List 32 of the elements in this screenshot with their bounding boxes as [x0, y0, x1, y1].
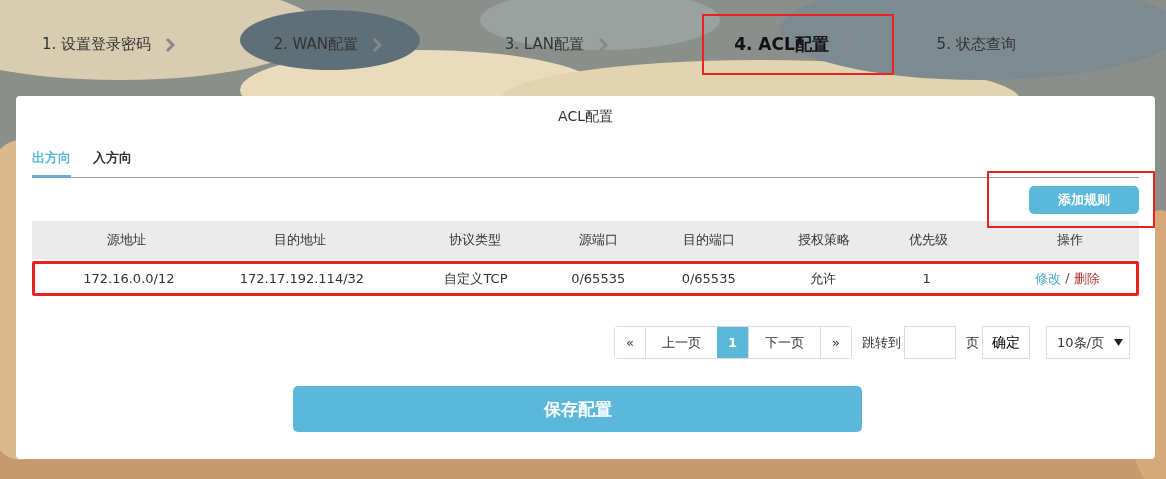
page-size-dropdown[interactable]: 10条/页: [1046, 326, 1130, 359]
page-unit-label: 页: [966, 333, 979, 352]
panel-title: ACL配置: [557, 107, 614, 126]
step-tab[interactable]: 5. 状态查询: [934, 14, 1166, 75]
last-page-button[interactable]: »: [820, 327, 851, 358]
table-cell-text: 允许: [809, 269, 838, 288]
column-header: 源地址: [105, 231, 147, 249]
table-cell-text: 自定义TCP: [443, 269, 509, 288]
table-cell-text: 172.16.0.0/12: [82, 271, 176, 286]
table-cell-text: 1: [921, 271, 932, 286]
tab[interactable]: 入方向: [93, 149, 132, 178]
column-header: 操作: [1056, 231, 1085, 249]
chevron-icon: [165, 36, 176, 53]
step-tab[interactable]: 1. 设置登录密码: [40, 14, 272, 75]
column-header: 源端口: [577, 231, 619, 249]
table-cell: 0/65535: [570, 271, 626, 286]
page-number-field[interactable]: [904, 326, 956, 359]
separator: /: [1065, 269, 1070, 287]
column-header: 协议类型: [448, 231, 503, 249]
column-header: 目的端口: [682, 231, 737, 249]
step-tab[interactable]: 4. ACL配置: [702, 14, 894, 75]
jump-label: 跳转到: [862, 333, 901, 352]
chevron-icon: [598, 36, 608, 53]
table-cell-text: 0/65535: [680, 271, 737, 286]
table-cell-text: 172.17.192.114/32: [238, 271, 366, 286]
column-header: 授权策略: [797, 231, 852, 249]
chevron-icon: [371, 36, 382, 53]
confirm-button[interactable]: 确定: [982, 326, 1030, 359]
column-header: 目的地址: [273, 231, 328, 249]
delete-link[interactable]: 删除: [1073, 269, 1100, 288]
dropdown-caret-icon: [1114, 339, 1123, 346]
column-header: 优先级: [908, 231, 950, 249]
